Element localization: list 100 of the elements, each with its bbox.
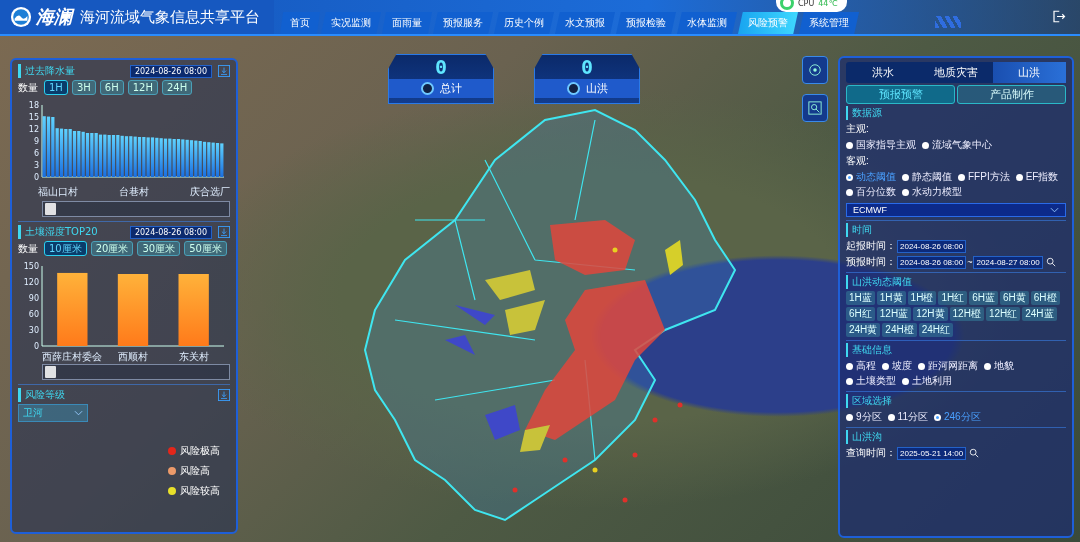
range-button[interactable]: 50厘米 — [184, 241, 227, 256]
range-button[interactable]: 3H — [71, 80, 96, 95]
section-title: 数据源 — [846, 106, 1066, 120]
nav-tab[interactable]: 预报服务 — [433, 12, 493, 34]
radio-option[interactable]: 静态阈值 — [902, 170, 952, 184]
date-field[interactable]: 2025-05-21 14:00 — [897, 446, 967, 460]
threshold-tag[interactable]: 1H蓝 — [846, 291, 875, 305]
nav-tab[interactable]: 首页 — [280, 12, 320, 34]
layer-option[interactable]: 坡度 — [882, 359, 912, 373]
threshold-tag[interactable]: 6H橙 — [1030, 291, 1060, 305]
group-label: 客观: — [846, 154, 870, 168]
radio-option[interactable]: 国家指导主观 — [846, 138, 916, 152]
date-field[interactable]: 2024-08-26 08:00 — [897, 255, 967, 269]
x-tick-label: 西顺村 — [118, 351, 148, 362]
slider-window[interactable] — [45, 366, 57, 378]
magnifier-icon — [808, 101, 822, 115]
x-tick-label: 西薛庄村委会 — [42, 351, 103, 362]
range-separator: ~ — [967, 257, 973, 267]
range-button[interactable]: 24H — [161, 80, 193, 95]
nav-tab[interactable]: 水体监测 — [677, 12, 737, 34]
threshold-tag[interactable]: 12H黄 — [913, 307, 948, 321]
download-icon[interactable] — [218, 226, 230, 238]
date-field[interactable]: 2024-08-27 08:00 — [973, 255, 1043, 269]
nav-tab[interactable]: 历史个例 — [494, 12, 554, 34]
threshold-tag[interactable]: 1H橙 — [907, 291, 937, 305]
radio-option[interactable]: 11分区 — [887, 410, 928, 424]
threshold-tag[interactable]: 24H黄 — [846, 323, 881, 337]
chart-bar — [178, 274, 209, 346]
threshold-tag[interactable]: 1H红 — [938, 291, 968, 305]
nav-tab[interactable]: 面雨量 — [382, 12, 432, 34]
range-button[interactable]: 20厘米 — [90, 241, 134, 256]
range-button[interactable]: 10厘米 — [44, 241, 87, 256]
nav-tab[interactable]: 系统管理 — [799, 12, 859, 34]
station-label: 庆合选厂 — [190, 185, 230, 199]
threshold-tag[interactable]: 12H橙 — [949, 307, 984, 321]
threshold-tag[interactable]: 24H橙 — [882, 323, 917, 337]
compass-icon — [808, 63, 822, 77]
threshold-tag[interactable]: 24H蓝 — [1022, 307, 1057, 321]
stat-value: 0 — [580, 55, 593, 79]
app-title: 海河流域气象信息共享平台 — [80, 7, 260, 27]
layer-option[interactable]: 土地利用 — [902, 374, 952, 388]
threshold-tag[interactable]: 12H红 — [985, 307, 1021, 321]
search-icon[interactable] — [1045, 257, 1056, 267]
date-field[interactable]: 2024-08-26 08:00 — [897, 239, 967, 253]
legend-label: 风险极高 — [180, 444, 220, 458]
threshold-tag[interactable]: 6H红 — [846, 307, 875, 321]
section-title: 山洪动态阈值 — [846, 275, 1066, 289]
range-button[interactable]: 1H — [44, 80, 68, 95]
compass-button[interactable] — [802, 56, 828, 84]
radio-option[interactable]: 流域气象中心 — [922, 138, 992, 152]
basin-dropdown[interactable]: 卫河 — [18, 404, 88, 422]
range-button[interactable]: 30厘米 — [137, 241, 181, 256]
field-label: 预报时间： — [846, 255, 896, 269]
download-icon[interactable] — [218, 389, 230, 401]
radio-option[interactable]: 9分区 — [846, 410, 882, 424]
hazard-tab[interactable]: 山洪 — [992, 62, 1066, 83]
y-tick-label: 6 — [33, 149, 39, 158]
radio-option[interactable]: 百分位数 — [846, 185, 896, 199]
threshold-tag[interactable]: 24H红 — [918, 323, 954, 337]
nav-tab[interactable]: 实况监测 — [321, 12, 381, 34]
nav-tab[interactable]: 预报检验 — [616, 12, 676, 34]
threshold-tag[interactable]: 6H黄 — [1000, 291, 1029, 305]
hazard-tab[interactable]: 洪水 — [846, 62, 920, 83]
range-button[interactable]: 6H — [99, 80, 124, 95]
nav-tab[interactable]: 水文预报 — [555, 12, 615, 34]
range-button[interactable]: 12H — [127, 80, 158, 95]
stat-name: 山洪 — [585, 81, 608, 96]
slider-window[interactable] — [45, 203, 57, 215]
radio-option[interactable]: 水动力模型 — [902, 185, 962, 199]
radio-option[interactable]: 246分区 — [933, 410, 981, 424]
model-dropdown[interactable]: ECMWF — [846, 203, 1066, 217]
download-icon[interactable] — [218, 65, 230, 77]
zoom-slider[interactable] — [42, 201, 230, 217]
axis-label: 数量 — [18, 241, 38, 256]
y-tick-label: 0 — [33, 173, 39, 182]
mode-tab[interactable]: 预报预警 — [846, 85, 955, 104]
threshold-tag[interactable]: 1H黄 — [876, 291, 906, 305]
logout-icon[interactable] — [1051, 9, 1066, 24]
y-tick-label: 12 — [28, 125, 39, 134]
y-tick-label: 30 — [28, 326, 39, 335]
layer-option[interactable]: 距河网距离 — [918, 359, 978, 373]
y-tick-label: 120 — [23, 278, 39, 287]
ring-icon — [566, 82, 580, 95]
cpu-temperature: 44℃ — [818, 0, 838, 8]
layer-option[interactable]: 高程 — [846, 359, 876, 373]
layer-option[interactable]: 地貌 — [984, 359, 1014, 373]
threshold-tag[interactable]: 12H蓝 — [876, 307, 912, 321]
radio-option[interactable]: 动态阈值 — [846, 170, 896, 184]
search-icon[interactable] — [969, 448, 980, 458]
threshold-tag[interactable]: 6H蓝 — [969, 291, 998, 305]
zoom-slider[interactable] — [42, 364, 230, 380]
chevron-down-icon — [74, 410, 83, 416]
zoom-map-button[interactable] — [802, 94, 828, 122]
radio-option[interactable]: EF指数 — [1015, 170, 1059, 184]
mode-tab[interactable]: 产品制作 — [957, 85, 1066, 104]
layer-option[interactable]: 土壤类型 — [846, 374, 896, 388]
radio-option[interactable]: FFPI方法 — [958, 170, 1010, 184]
hazard-tab[interactable]: 地质灾害 — [919, 62, 993, 83]
legend-label: 风险较高 — [180, 484, 220, 498]
y-tick-label: 0 — [33, 342, 39, 351]
